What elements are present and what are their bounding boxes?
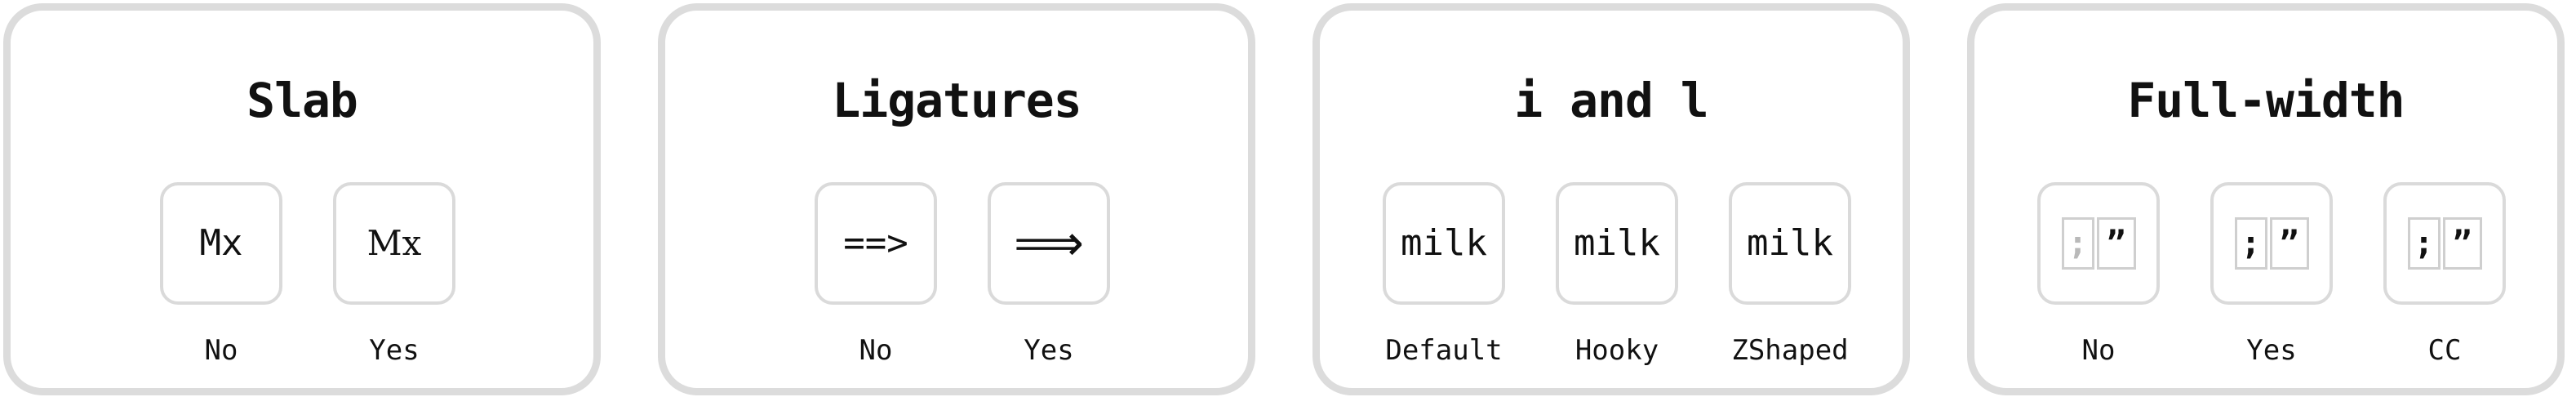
full-width-no-left-cell: ; (2061, 217, 2094, 270)
full-width-no-tile[interactable]: ; ” (2037, 182, 2160, 305)
slab-no-sample: Mx (199, 222, 243, 264)
slab-panel-title: Slab (246, 73, 358, 128)
ligatures-no-tile[interactable]: ==> (815, 182, 937, 305)
full-width-panel-title: Full-width (2127, 73, 2405, 128)
ligatures-option-no[interactable]: ==> No (815, 182, 937, 367)
ligatures-panel: Ligatures ==> No ⟹ Yes (658, 3, 1255, 395)
slab-yes-tile[interactable]: Mx (333, 182, 455, 305)
full-width-option-cc[interactable]: ; ” CC (2383, 182, 2506, 367)
full-width-yes-tile[interactable]: ; ” (2210, 182, 2333, 305)
i-and-l-default-tile[interactable]: milk (1383, 182, 1505, 305)
ligatures-no-sample: ==> (843, 222, 908, 264)
full-width-no-right-cell: ” (2096, 217, 2136, 270)
i-and-l-panel-title: i and l (1514, 73, 1708, 128)
full-width-cc-sample: ; ” (2407, 217, 2482, 270)
i-and-l-default-sample: milk (1401, 222, 1487, 264)
i-and-l-hooky-sample: milk (1574, 222, 1660, 264)
full-width-yes-left-cell: ; (2234, 217, 2267, 270)
full-width-cc-right-cell: ” (2442, 217, 2482, 270)
full-width-yes-right-cell: ” (2269, 217, 2309, 270)
ligatures-panel-title: Ligatures (832, 73, 1081, 128)
i-and-l-option-zshaped[interactable]: milk ZShaped (1729, 182, 1851, 367)
i-and-l-zshaped-label: ZShaped (1731, 334, 1849, 367)
ligatures-yes-sample: ⟹ (1013, 215, 1084, 272)
i-and-l-panel: i and l milk Default milk Hooky milk ZSh… (1312, 3, 1910, 395)
full-width-yes-sample: ; ” (2234, 217, 2309, 270)
i-and-l-hooky-tile[interactable]: milk (1556, 182, 1678, 305)
slab-option-no[interactable]: Mx No (160, 182, 282, 367)
ligatures-option-yes[interactable]: ⟹ Yes (988, 182, 1110, 367)
full-width-cc-label: CC (2427, 334, 2462, 367)
slab-yes-sample: Mx (366, 223, 422, 263)
slab-option-yes[interactable]: Mx Yes (333, 182, 455, 367)
slab-no-tile[interactable]: Mx (160, 182, 282, 305)
full-width-no-sample: ; ” (2061, 217, 2136, 270)
i-and-l-option-hooky[interactable]: milk Hooky (1556, 182, 1678, 367)
ligatures-yes-label: Yes (1024, 334, 1074, 367)
i-and-l-option-default[interactable]: milk Default (1383, 182, 1505, 367)
i-and-l-zshaped-tile[interactable]: milk (1729, 182, 1851, 305)
full-width-cc-tile[interactable]: ; ” (2383, 182, 2506, 305)
full-width-panel: Full-width ; ” No ; ” Yes ; ” CC (1967, 3, 2565, 395)
full-width-option-no[interactable]: ; ” No (2037, 182, 2160, 367)
i-and-l-zshaped-sample: milk (1747, 222, 1833, 264)
full-width-option-yes[interactable]: ; ” Yes (2210, 182, 2333, 367)
slab-panel: Slab Mx No Mx Yes (3, 3, 601, 395)
ligatures-yes-tile[interactable]: ⟹ (988, 182, 1110, 305)
full-width-cc-left-cell: ; (2407, 217, 2441, 270)
slab-yes-label: Yes (369, 334, 420, 367)
